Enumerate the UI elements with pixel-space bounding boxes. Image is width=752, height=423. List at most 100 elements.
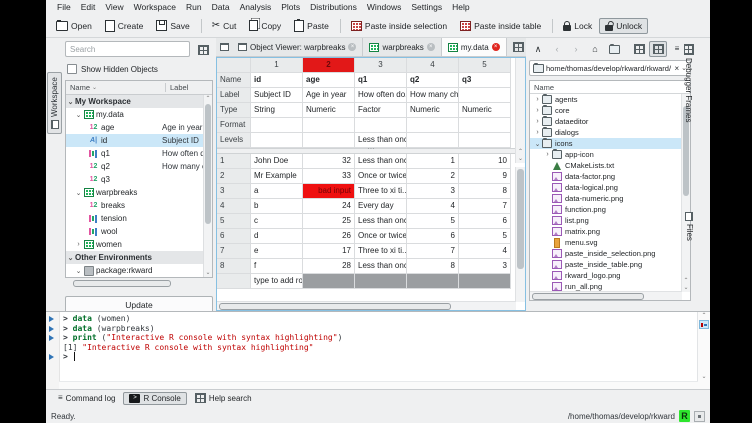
tree-item-age[interactable]: 12ageAge in year xyxy=(66,121,204,134)
meta-row-header[interactable]: Format xyxy=(217,118,251,133)
data-cell[interactable]: 28 xyxy=(303,259,355,274)
up-button[interactable]: ∧ xyxy=(529,41,547,57)
file-item-function-png[interactable]: function.png xyxy=(530,204,682,215)
console-hscrollbar[interactable] xyxy=(59,381,698,389)
file-item-core[interactable]: ›core xyxy=(530,105,682,116)
menu-workspace[interactable]: Workspace xyxy=(129,1,181,13)
data-cell[interactable]: Less than onc... xyxy=(355,259,407,274)
column-header-2[interactable]: 2 xyxy=(303,58,355,73)
tree-item-my-data[interactable]: ⌄my.data xyxy=(66,108,204,121)
tree-item-warpbreaks[interactable]: ⌄warpbreaks xyxy=(66,186,204,199)
meta-row-header[interactable]: Levels xyxy=(217,133,251,148)
file-item-app-icon[interactable]: ›app-icon xyxy=(530,149,682,160)
file-item-dialogs[interactable]: ›dialogs xyxy=(530,127,682,138)
menu-distributions[interactable]: Distributions xyxy=(305,1,362,13)
tree-item-q2[interactable]: 12q2How many ch... xyxy=(66,160,204,173)
data-cell[interactable]: e xyxy=(251,244,303,259)
menu-settings[interactable]: Settings xyxy=(406,1,447,13)
menu-run[interactable]: Run xyxy=(181,1,207,13)
expander-icon[interactable]: › xyxy=(533,129,542,136)
meta-row-header[interactable]: Label xyxy=(217,88,251,103)
scroll-down-arrow[interactable]: ⌄ xyxy=(682,285,690,291)
data-cell[interactable]: 10 xyxy=(459,154,511,169)
meta-cell[interactable]: q1 xyxy=(355,73,407,88)
scroll-down-arrow[interactable]: ⌄ xyxy=(516,156,525,162)
row-header[interactable]: 2 xyxy=(217,169,251,184)
copy-button[interactable]: Copy xyxy=(243,17,287,34)
meta-cell[interactable] xyxy=(251,133,303,148)
tree-section-my-workspace[interactable]: ⌄My Workspace xyxy=(66,95,204,108)
file-item-rkward-logo-png[interactable]: rkward_logo.png xyxy=(530,270,682,281)
meta-cell[interactable]: Age in year xyxy=(303,88,355,103)
data-cell[interactable]: Less than onc... xyxy=(355,154,407,169)
search-input[interactable] xyxy=(65,41,190,57)
r-engine-status-badge[interactable]: R xyxy=(679,410,690,422)
scroll-up-arrow[interactable]: ⌃ xyxy=(698,313,710,319)
expander-icon[interactable]: › xyxy=(543,151,552,158)
toolview-tab-help-search[interactable]: Help search xyxy=(189,391,258,405)
data-cell[interactable]: Three to xi ti... xyxy=(355,184,407,199)
data-cell[interactable]: 26 xyxy=(303,229,355,244)
meta-cell[interactable] xyxy=(407,133,459,148)
data-cell[interactable]: John Doe xyxy=(251,154,303,169)
console-text[interactable]: > data (women)> data (warpbreaks)> print… xyxy=(60,312,697,389)
data-cell[interactable]: 2 xyxy=(407,169,459,184)
column-header-4[interactable]: 4 xyxy=(407,58,459,73)
file-item-dataeditor[interactable]: ›dataeditor xyxy=(530,116,682,127)
meta-cell[interactable]: String xyxy=(251,103,303,118)
meta-cell[interactable]: id xyxy=(251,73,303,88)
debugger-frames-side-tab[interactable]: Debugger Frames xyxy=(682,40,696,126)
data-cell[interactable]: 3 xyxy=(459,259,511,274)
data-cell[interactable]: 6 xyxy=(459,214,511,229)
data-cell[interactable]: 8 xyxy=(407,259,459,274)
data-cell[interactable]: 1 xyxy=(407,154,459,169)
data-cell[interactable]: 32 xyxy=(303,154,355,169)
window-menu-button[interactable] xyxy=(216,38,232,56)
row-header[interactable]: 6 xyxy=(217,229,251,244)
data-hscrollbar[interactable] xyxy=(217,301,516,310)
row-header[interactable]: 3 xyxy=(217,184,251,199)
tree-section-other-environments[interactable]: ⌄Other Environments xyxy=(66,251,204,264)
doc-tab-object-viewer-warpbreaks[interactable]: Object Viewer: warpbreaks× xyxy=(232,38,363,56)
meta-cell[interactable]: Subject ID xyxy=(251,88,303,103)
meta-cell[interactable]: Numeric xyxy=(459,103,511,118)
meta-cell[interactable]: Factor xyxy=(355,103,407,118)
name-column-header[interactable]: Name ⌄ xyxy=(66,83,166,92)
paste-inside-table-button[interactable]: Paste inside table xyxy=(454,18,547,34)
data-cell[interactable]: 8 xyxy=(459,184,511,199)
menu-analysis[interactable]: Analysis xyxy=(235,1,277,13)
close-tab-icon[interactable]: × xyxy=(427,43,435,51)
scrollbar-thumb[interactable] xyxy=(205,104,211,224)
home-button[interactable]: ⌂ xyxy=(586,41,604,57)
workspace-side-tab[interactable]: Workspace xyxy=(47,72,62,134)
scroll-up-arrow[interactable]: ⌃ xyxy=(682,278,690,284)
file-item-paste-inside-selection-png[interactable]: paste_inside_selection.png xyxy=(530,248,682,259)
file-item-cmakelists-txt[interactable]: CMakeLists.txt xyxy=(530,160,682,171)
tree-item-tension[interactable]: tension xyxy=(66,212,204,225)
tree-item-breaks[interactable]: 12breaks xyxy=(66,199,204,212)
meta-row-header[interactable]: Name xyxy=(217,73,251,88)
tree-item-women[interactable]: ›women xyxy=(66,238,204,251)
data-cell[interactable]: f xyxy=(251,259,303,274)
r-status-icon[interactable] xyxy=(694,411,705,422)
file-tree-header[interactable]: Name xyxy=(530,81,690,94)
meta-cell[interactable]: q2 xyxy=(407,73,459,88)
doc-tab-warpbreaks[interactable]: warpbreaks× xyxy=(363,38,441,56)
scroll-up-arrow[interactable]: ⌃ xyxy=(516,149,525,155)
file-item-matrix-png[interactable]: matrix.png xyxy=(530,226,682,237)
scrollbar-thumb[interactable] xyxy=(517,169,524,269)
console-vscrollbar[interactable]: ⌃ ⌄ xyxy=(697,312,710,389)
data-cell[interactable]: b xyxy=(251,199,303,214)
toolview-tab-r-console[interactable]: >R Console xyxy=(123,392,186,405)
menu-data[interactable]: Data xyxy=(207,1,235,13)
row-header[interactable]: 5 xyxy=(217,214,251,229)
row-header[interactable] xyxy=(217,274,251,289)
add-row-input[interactable]: type to add row xyxy=(251,274,303,289)
data-cell[interactable]: 24 xyxy=(303,199,355,214)
scroll-down-arrow[interactable]: ⌄ xyxy=(698,374,710,380)
data-cell[interactable]: 3 xyxy=(407,184,459,199)
forward-button[interactable]: › xyxy=(567,41,585,57)
scrollbar-thumb[interactable] xyxy=(219,303,451,310)
data-cell[interactable]: Mr Example xyxy=(251,169,303,184)
scroll-up-arrow[interactable]: ⌃ xyxy=(204,96,212,102)
